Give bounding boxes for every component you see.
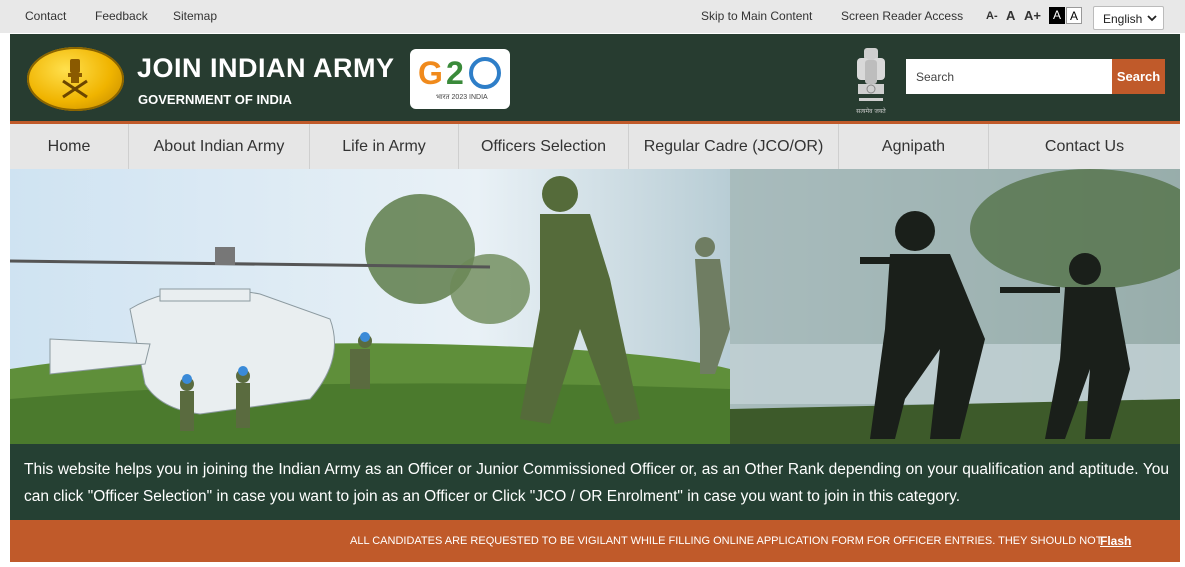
indian-army-emblem-icon[interactable] (27, 47, 124, 111)
nav-item-contact-us[interactable]: Contact Us (989, 124, 1180, 169)
ticker-text[interactable]: ALL CANDIDATES ARE REQUESTED TO BE VIGIL… (350, 535, 1102, 547)
hero-banner-image (10, 169, 1180, 444)
svg-text:सत्यमेव जयते: सत्यमेव जयते (856, 107, 886, 115)
main-navigation: Home About Indian Army Life in Army Offi… (10, 124, 1180, 170)
info-text: This website helps you in joining the In… (24, 461, 1169, 505)
sitemap-link[interactable]: Sitemap (173, 9, 217, 23)
nav-item-regular-cadre[interactable]: Regular Cadre (JCO/OR) (629, 124, 839, 169)
site-subtitle: GOVERNMENT OF INDIA (138, 92, 292, 107)
nav-item-agnipath[interactable]: Agnipath (839, 124, 989, 169)
chevron-down-icon (1147, 10, 1157, 29)
font-decrease-button[interactable]: A- (986, 10, 998, 22)
info-panel: This website helps you in joining the In… (10, 444, 1180, 520)
nav-item-home[interactable]: Home (10, 124, 129, 169)
high-contrast-button[interactable]: A (1049, 7, 1065, 24)
announcement-ticker: ALL CANDIDATES ARE REQUESTED TO BE VIGIL… (10, 520, 1180, 562)
screen-reader-access-link[interactable]: Screen Reader Access (841, 9, 963, 23)
g20-logo-g: G (418, 55, 443, 91)
g20-tagline: भारत 2023 INDIA (436, 94, 488, 101)
nav-item-officers-selection[interactable]: Officers Selection (459, 124, 629, 169)
top-utility-bar: Contact Feedback Sitemap Skip to Main Co… (0, 0, 1185, 33)
g20-lotus-icon (469, 57, 501, 89)
g20-logo-2: 2 (446, 55, 464, 91)
search-input[interactable]: Search (906, 59, 1112, 94)
language-select[interactable]: English (1093, 6, 1164, 30)
g20-logo: G 2 भारत 2023 INDIA (410, 49, 510, 109)
feedback-link[interactable]: Feedback (95, 9, 148, 23)
site-title[interactable]: JOIN INDIAN ARMY (137, 53, 395, 84)
nav-item-about-indian-army[interactable]: About Indian Army (129, 124, 310, 169)
contact-link[interactable]: Contact (25, 9, 66, 23)
ashoka-emblem-icon: सत्यमेव जयते (856, 48, 886, 115)
skip-to-main-content-link[interactable]: Skip to Main Content (701, 9, 812, 23)
nav-item-life-in-army[interactable]: Life in Army (310, 124, 459, 169)
font-increase-button[interactable]: A+ (1024, 8, 1041, 23)
normal-contrast-button[interactable]: A (1066, 7, 1082, 24)
language-select-value: English (1103, 12, 1143, 26)
font-normal-button[interactable]: A (1006, 8, 1015, 23)
search-button[interactable]: Search (1112, 59, 1165, 94)
flash-link[interactable]: Flash (1100, 534, 1131, 548)
